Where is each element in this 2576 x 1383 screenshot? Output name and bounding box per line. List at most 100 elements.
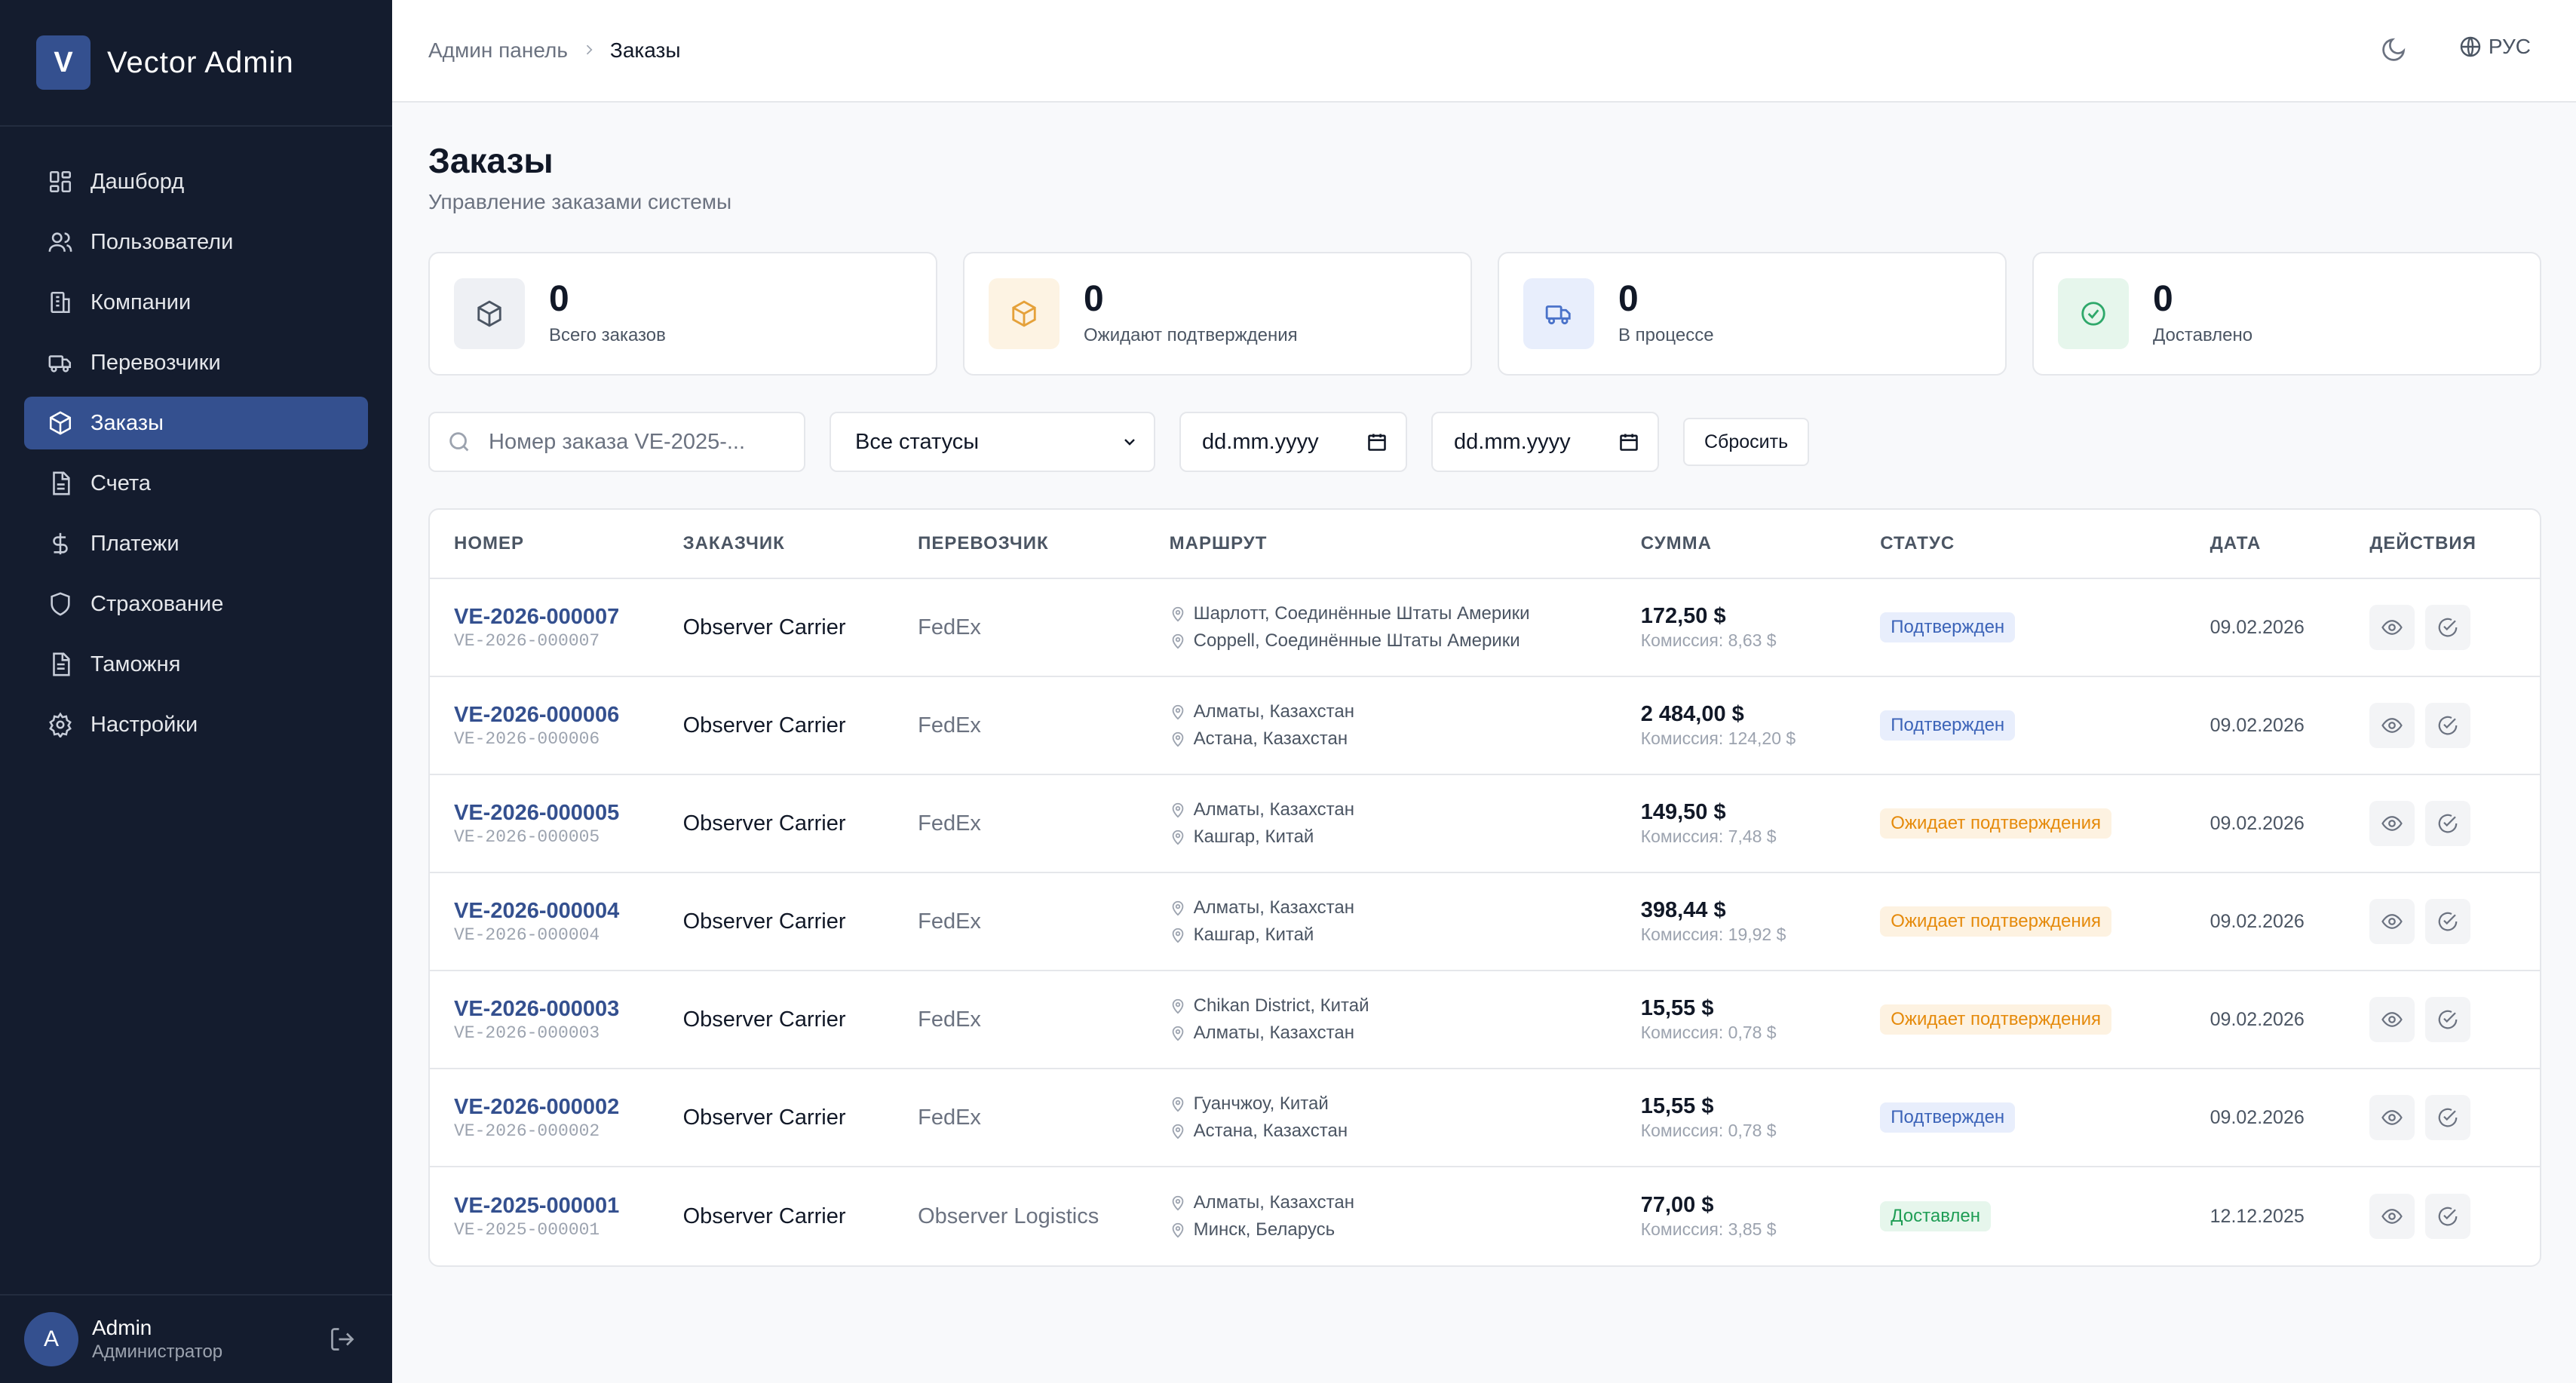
sidebar-item-invoices[interactable]: Счета [24,457,368,510]
status-badge: Ожидает подтверждения [1880,808,2112,839]
view-button[interactable] [2369,801,2415,846]
sidebar-item-settings[interactable]: Настройки [24,698,368,751]
map-pin-icon [1170,1096,1194,1112]
date-cell: 09.02.2026 [2210,714,2305,736]
sidebar-item-users[interactable]: Пользователи [24,216,368,268]
user-block: A Admin Администратор [0,1294,392,1383]
view-button[interactable] [2369,899,2415,944]
column-header-number[interactable]: НОМЕР [430,533,683,554]
view-button[interactable] [2369,605,2415,650]
table-row: VE-2026-000006 VE-2026-000006 Observer Car… [430,677,2540,775]
sidebar-nav: Дашборд Пользователи Компании Перевозчик… [0,127,392,751]
actions-cell [2369,703,2540,748]
confirm-button[interactable] [2425,703,2471,748]
view-button[interactable] [2369,1194,2415,1239]
sidebar-item-dashboard[interactable]: Дашборд [24,155,368,208]
confirm-button[interactable] [2425,899,2471,944]
order-number-link[interactable]: VE-2026-000005 [454,801,683,826]
breadcrumb-root[interactable]: Админ панель [428,38,568,63]
order-number-link[interactable]: VE-2026-000006 [454,703,683,728]
carrier-cell: FedEx [918,1105,981,1130]
date-to-input[interactable]: dd.mm.yyyy [1431,412,1659,472]
column-header-sum[interactable]: СУММА [1641,533,1881,554]
user-role: Администратор [92,1342,223,1362]
calendar-icon[interactable] [1618,431,1639,452]
sidebar-item-label: Заказы [90,410,164,435]
users-icon [47,228,74,256]
moon-icon[interactable] [2380,36,2410,66]
column-header-status[interactable]: СТАТУС [1880,533,2210,554]
stat-label: Доставлено [2153,325,2253,345]
date-to-value: dd.mm.yyyy [1454,429,1571,454]
package-icon [989,278,1060,349]
status-badge: Ожидает подтверждения [1880,1004,2112,1035]
calendar-icon[interactable] [1366,431,1388,452]
search-input[interactable]: Номер заказа VE-2025-... [428,412,805,472]
order-commission: Комиссия: 0,78 $ [1640,1023,1777,1042]
confirm-button[interactable] [2425,997,2471,1042]
column-header-customer[interactable]: ЗАКАЗЧИК [683,533,918,554]
truck-icon [47,349,74,376]
stats-row: 0 Всего заказов 0 Ожидают подтверждения … [428,252,2541,376]
language-switch[interactable]: РУС [2458,35,2531,59]
sidebar-item-companies[interactable]: Компании [24,276,368,329]
document-icon [47,651,74,678]
column-header-route[interactable]: МАРШРУТ [1170,533,1641,554]
route-to: Coppell, Соединённые Штаты Америки [1170,627,1641,655]
order-amount: 15,55 $ [1640,1094,1714,1118]
table-row: VE-2026-000002 VE-2026-000002 Observer Car… [430,1069,2540,1167]
reset-button[interactable]: Сбросить [1683,418,1810,466]
customer-cell: Observer Carrier [682,1007,846,1032]
status-select[interactable]: Все статусы [830,412,1155,472]
route-to-text: Астана, Казахстан [1193,728,1348,749]
map-pin-icon [1170,1194,1194,1211]
table-row: VE-2026-000003 VE-2026-000003 Observer Car… [430,971,2540,1069]
confirm-button[interactable] [2425,801,2471,846]
stat-card-pending: 0 Ожидают подтверждения [963,252,1472,376]
sidebar-item-label: Перевозчики [90,350,221,375]
route-to-text: Алматы, Казахстан [1193,1023,1354,1043]
actions-cell [2369,997,2540,1042]
order-number-link[interactable]: VE-2026-000004 [454,899,683,924]
sum-cell: 15,55 $ Комиссия: 0,78 $ [1641,996,1881,1043]
status-cell: Подтвержден [1880,1102,2210,1133]
sidebar-item-payments[interactable]: Платежи [24,517,368,570]
user-name: Admin [92,1316,152,1339]
brand[interactable]: V Vector Admin [0,0,392,127]
order-number-link[interactable]: VE-2026-000003 [454,997,683,1022]
chevron-right-icon [581,38,596,63]
search-icon [449,432,469,452]
chevron-down-icon [1124,439,1135,446]
column-header-date[interactable]: ДАТА [2210,533,2370,554]
view-button[interactable] [2369,1095,2415,1140]
stat-value: 0 [1084,279,1104,319]
route-cell: Алматы, Казахстан Астана, Казахстан [1170,698,1641,753]
sidebar-item-customs[interactable]: Таможня [24,638,368,691]
stat-value: 0 [1618,279,1639,319]
order-number-link[interactable]: VE-2026-000007 [454,605,683,630]
carrier-cell: FedEx [918,713,981,737]
view-button[interactable] [2369,703,2415,748]
order-number-link[interactable]: VE-2025-000001 [454,1194,683,1219]
confirm-button[interactable] [2425,1095,2471,1140]
confirm-button[interactable] [2425,605,2471,650]
stat-label: В процессе [1618,325,1714,345]
route-from: Шарлотт, Соединённые Штаты Америки [1170,600,1641,627]
stat-label: Всего заказов [549,325,666,345]
route-from-text: Chikan District, Китай [1193,995,1369,1016]
sidebar-item-orders[interactable]: Заказы [24,397,368,449]
confirm-button[interactable] [2425,1194,2471,1239]
avatar: A [24,1312,78,1366]
view-button[interactable] [2369,997,2415,1042]
sidebar-item-label: Страхование [90,591,224,616]
route-to: Кашгар, Китай [1170,823,1641,851]
status-cell: Ожидает подтверждения [1880,808,2210,839]
logout-icon[interactable] [329,1326,357,1354]
carrier-cell: FedEx [918,615,981,639]
sidebar-item-insurance[interactable]: Страхование [24,578,368,630]
date-from-input[interactable]: dd.mm.yyyy [1179,412,1407,472]
eye-icon [2381,616,2403,639]
order-number-link[interactable]: VE-2026-000002 [454,1095,683,1120]
sidebar-item-carriers[interactable]: Перевозчики [24,336,368,389]
column-header-carrier[interactable]: ПЕРЕВОЗЧИК [918,533,1170,554]
